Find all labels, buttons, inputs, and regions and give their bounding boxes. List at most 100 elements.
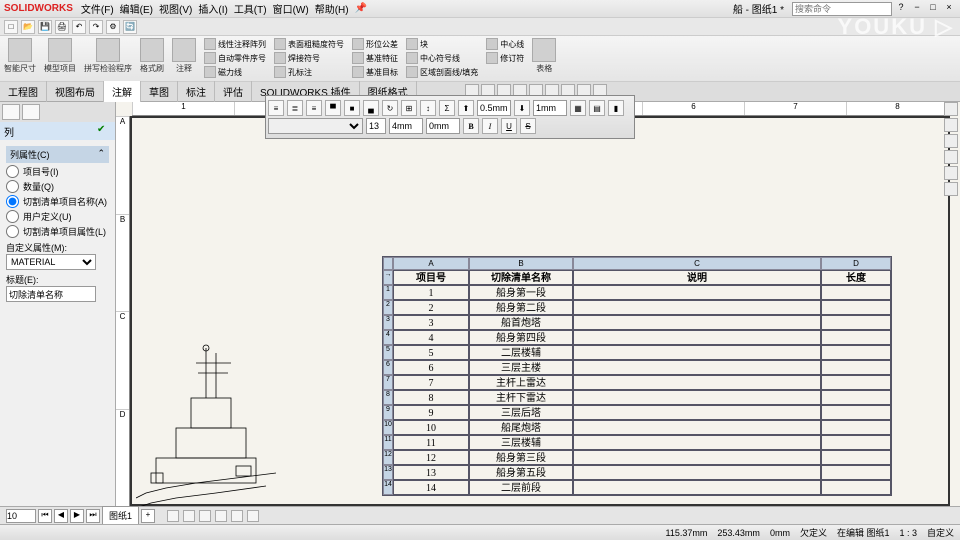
table-row[interactable]: 13 13 船身第五段 <box>383 465 891 480</box>
add-sheet-icon[interactable]: + <box>141 509 155 523</box>
bot-icon[interactable] <box>215 510 227 522</box>
restore-icon[interactable]: □ <box>926 2 940 16</box>
prop-section-title[interactable]: 列属性(C) ⌃ <box>6 146 109 163</box>
bom-cell-desc[interactable] <box>573 300 821 315</box>
ribbon-smart-dim[interactable]: 智能尺寸 <box>4 38 36 74</box>
bom-cell-item[interactable]: 8 <box>393 390 469 405</box>
bom-cell-len[interactable] <box>821 390 891 405</box>
help-icon[interactable]: ? <box>894 2 908 16</box>
table-row[interactable]: 3 3 船首炮塔 <box>383 315 891 330</box>
underline-icon[interactable]: U <box>501 118 517 134</box>
bom-cell-name[interactable]: 二层楼辅 <box>469 345 573 360</box>
bom-cell-len[interactable] <box>821 345 891 360</box>
save-icon[interactable]: 💾 <box>38 20 52 34</box>
bom-cell-name[interactable]: 主杆上雷达 <box>469 375 573 390</box>
bot-icon[interactable] <box>247 510 259 522</box>
ribbon-weld[interactable]: 焊接符号 <box>274 52 344 64</box>
rotate-icon[interactable]: ↻ <box>382 100 398 116</box>
spacing-val[interactable] <box>533 100 567 116</box>
file-explorer-icon[interactable] <box>944 134 958 148</box>
table-row[interactable]: 7 7 主杆上雷达 <box>383 375 891 390</box>
bom-cell-item[interactable]: 3 <box>393 315 469 330</box>
ribbon-surface-finish[interactable]: 表面粗糙度符号 <box>274 38 344 50</box>
bom-cell-len[interactable] <box>821 330 891 345</box>
tab-sketch[interactable]: 草图 <box>141 81 178 102</box>
table-row[interactable]: 9 9 三层后塔 <box>383 405 891 420</box>
status-scale[interactable]: 1 : 3 <box>899 528 917 538</box>
color-icon[interactable]: ▮ <box>608 100 624 116</box>
bom-cell-len[interactable] <box>821 480 891 495</box>
ribbon-model-items[interactable]: 模型项目 <box>44 38 76 74</box>
ribbon-tables[interactable]: 表格 <box>532 38 556 74</box>
menu-view[interactable]: 视图(V) <box>159 1 192 16</box>
menu-tools[interactable]: 工具(T) <box>234 1 267 16</box>
bom-header-item[interactable]: 项目号 <box>393 270 469 285</box>
ribbon-hatch[interactable]: 区域剖面线/填充 <box>406 66 478 78</box>
equation-icon[interactable]: Σ <box>439 100 455 116</box>
bom-cell-desc[interactable] <box>573 360 821 375</box>
table-row[interactable]: 4 4 船身第四段 <box>383 330 891 345</box>
bom-table[interactable]: A B C D → 项目号 切除清单名称 说明 长度 1 1 船身第一段 2 2… <box>382 256 892 496</box>
bom-cell-desc[interactable] <box>573 465 821 480</box>
rebuild-icon[interactable]: 🔄 <box>123 20 137 34</box>
bom-cell-item[interactable]: 2 <box>393 300 469 315</box>
bot-icon[interactable] <box>199 510 211 522</box>
bom-cell-name[interactable]: 船身第二段 <box>469 300 573 315</box>
status-custom[interactable]: 自定义 <box>927 526 954 539</box>
bom-cell-desc[interactable] <box>573 420 821 435</box>
thickness-val[interactable] <box>477 100 511 116</box>
tab-markup[interactable]: 标注 <box>178 81 215 102</box>
next-sheet-icon[interactable]: ▶ <box>70 509 84 523</box>
bom-cell-name[interactable]: 船身第三段 <box>469 450 573 465</box>
bom-cell-len[interactable] <box>821 435 891 450</box>
table-row[interactable]: 14 14 二层前段 <box>383 480 891 495</box>
table-row[interactable]: 1 1 船身第一段 <box>383 285 891 300</box>
bom-cell-item[interactable]: 11 <box>393 435 469 450</box>
align-center-icon[interactable]: ≣ <box>287 100 303 116</box>
appearances-icon[interactable] <box>944 166 958 180</box>
tab-evaluate[interactable]: 评估 <box>215 81 252 102</box>
ribbon-gtol[interactable]: 形位公差 <box>352 38 398 50</box>
menu-help[interactable]: 帮助(H) <box>315 1 349 16</box>
thickness-up-icon[interactable]: ⬆ <box>458 100 474 116</box>
bom-cell-name[interactable]: 船身第一段 <box>469 285 573 300</box>
table-row[interactable]: 11 11 三层楼辅 <box>383 435 891 450</box>
bom-cell-item[interactable]: 4 <box>393 330 469 345</box>
radio-cutlist-name[interactable]: 切割清单项目名称(A) <box>6 195 109 208</box>
ribbon-centermark[interactable]: 中心符号线 <box>406 52 478 64</box>
bot-icon[interactable] <box>231 510 243 522</box>
italic-icon[interactable]: I <box>482 118 498 134</box>
ribbon-magnetic[interactable]: 磁力线 <box>204 66 266 78</box>
align-left-icon[interactable]: ≡ <box>268 100 284 116</box>
prev-sheet-icon[interactable]: ◀ <box>54 509 68 523</box>
bom-cell-desc[interactable] <box>573 345 821 360</box>
table-row[interactable]: 12 12 船身第三段 <box>383 450 891 465</box>
menu-window[interactable]: 窗口(W) <box>273 1 309 16</box>
font-select[interactable] <box>268 118 363 134</box>
menu-insert[interactable]: 插入(I) <box>198 1 227 16</box>
merge-icon[interactable]: ⊞ <box>401 100 417 116</box>
view-palette-icon[interactable] <box>944 150 958 164</box>
table-row[interactable]: 5 5 二层楼辅 <box>383 345 891 360</box>
sort-icon[interactable]: ↕ <box>420 100 436 116</box>
menu-pin-icon[interactable]: 📌 <box>355 3 367 14</box>
ribbon-revision[interactable]: 修订符 <box>486 52 524 64</box>
valign-bot-icon[interactable]: ▄ <box>363 100 379 116</box>
bot-icon[interactable] <box>167 510 179 522</box>
bom-cell-name[interactable]: 船身第五段 <box>469 465 573 480</box>
print-icon[interactable]: 🖨 <box>55 20 69 34</box>
radio-user-def[interactable]: 用户定义(U) <box>6 210 109 223</box>
bom-cell-item[interactable]: 14 <box>393 480 469 495</box>
bom-cell-desc[interactable] <box>573 405 821 420</box>
bom-header-name[interactable]: 切除清单名称 <box>469 270 573 285</box>
bom-cell-desc[interactable] <box>573 390 821 405</box>
table-row[interactable]: 8 8 主杆下雷达 <box>383 390 891 405</box>
bom-cell-item[interactable]: 5 <box>393 345 469 360</box>
bom-cell-item[interactable]: 9 <box>393 405 469 420</box>
col-width-input[interactable] <box>426 118 460 134</box>
minimize-icon[interactable]: − <box>910 2 924 16</box>
ribbon-datum-target[interactable]: 基准目标 <box>352 66 398 78</box>
open-icon[interactable]: 📂 <box>21 20 35 34</box>
ribbon-hole-callout[interactable]: 孔标注 <box>274 66 344 78</box>
bom-cell-desc[interactable] <box>573 375 821 390</box>
